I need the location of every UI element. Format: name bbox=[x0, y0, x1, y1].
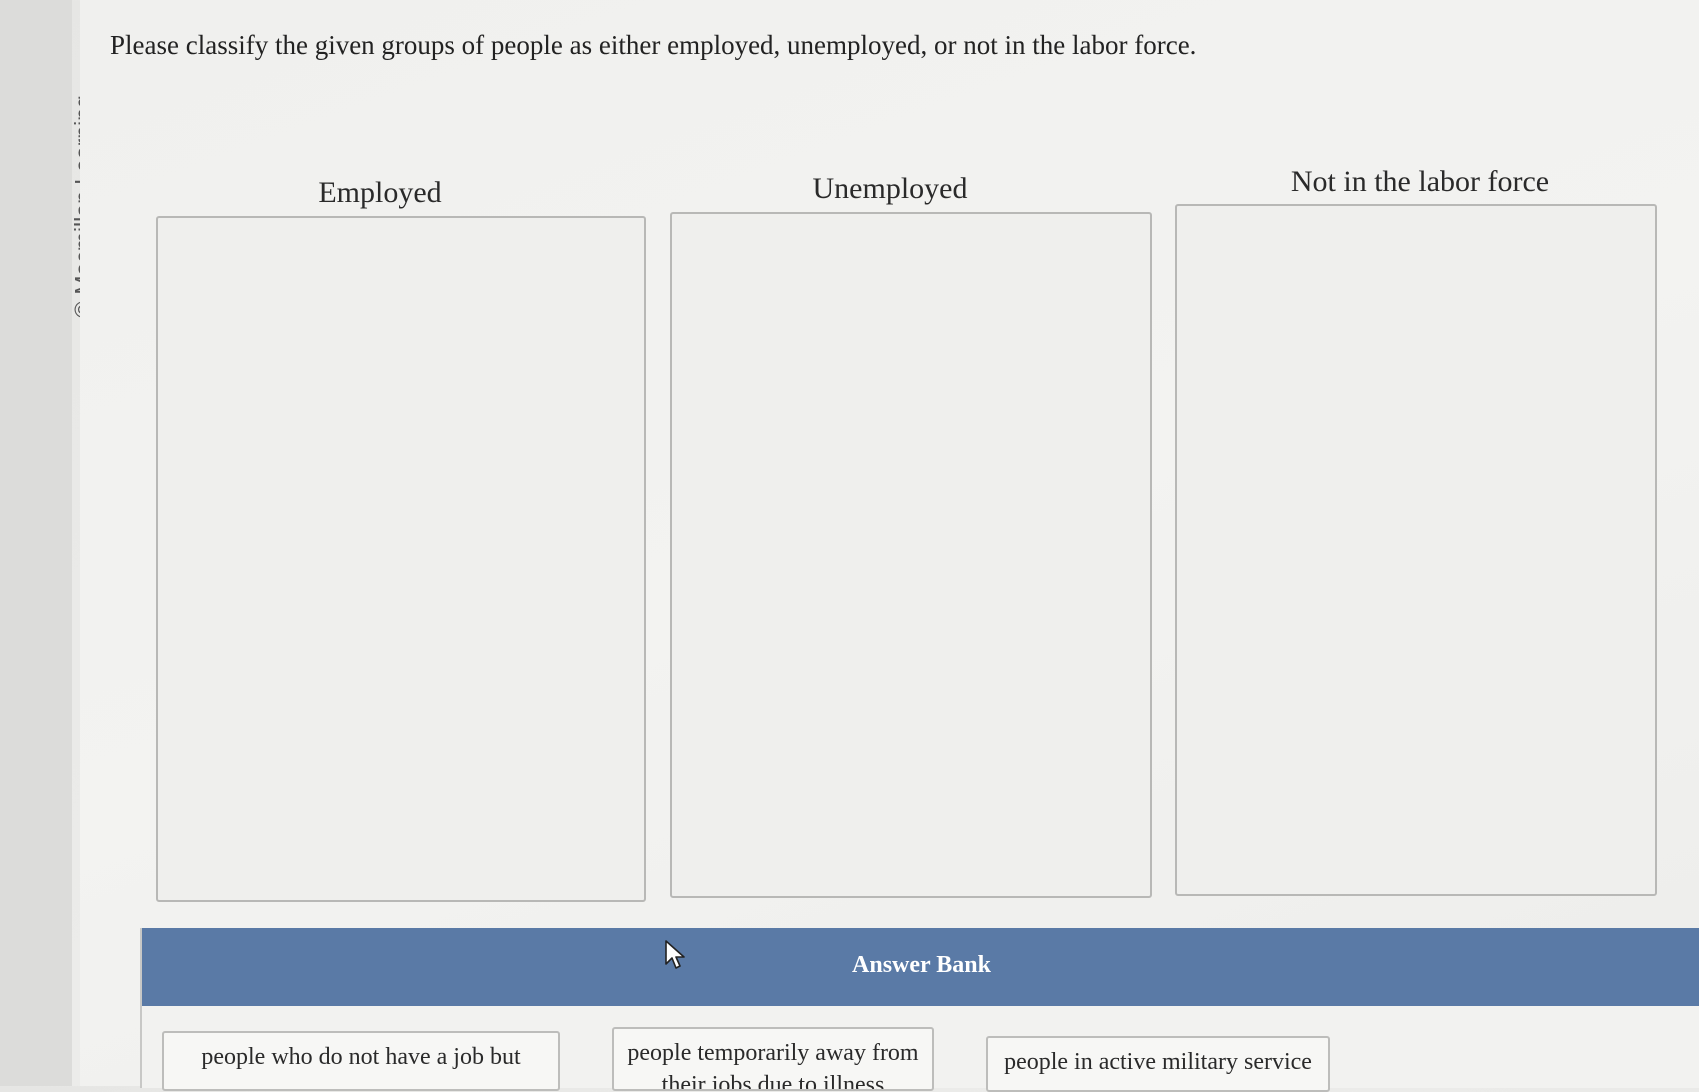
category-title-employed: Employed bbox=[318, 176, 442, 209]
answer-bank: Answer Bank people who do not have a job… bbox=[140, 928, 1699, 1092]
answer-chip-no-job[interactable]: people who do not have a job but bbox=[162, 1031, 560, 1091]
answer-chip-text: people in active military service bbox=[1004, 1049, 1312, 1075]
answer-chip-text: people temporarily away from bbox=[627, 1040, 919, 1066]
drop-zone-employed[interactable] bbox=[156, 216, 646, 902]
question-text: Please classify the given groups of peop… bbox=[110, 30, 1197, 60]
category-title-not-in-labor-force: Not in the labor force bbox=[1290, 165, 1550, 198]
answer-chip-text: people who do not have a job but bbox=[201, 1044, 521, 1070]
category-title-unemployed: Unemployed bbox=[812, 172, 968, 205]
drop-zone-not-in-labor-force[interactable] bbox=[1175, 204, 1657, 896]
mouse-cursor-icon bbox=[665, 940, 685, 969]
answer-bank-header: Answer Bank bbox=[142, 928, 1699, 1006]
answer-chip-text-line2: their jobs due to illness bbox=[661, 1072, 885, 1091]
answer-bank-title: Answer Bank bbox=[852, 952, 991, 978]
question-panel: Please classify the given groups of peop… bbox=[80, 0, 1699, 1092]
answer-chip-military-service[interactable]: people in active military service bbox=[986, 1036, 1330, 1092]
left-margin-strip bbox=[0, 0, 72, 1086]
answer-chip-temporarily-away[interactable]: people temporarily away from their jobs … bbox=[612, 1027, 934, 1091]
drop-zone-unemployed[interactable] bbox=[670, 212, 1152, 898]
